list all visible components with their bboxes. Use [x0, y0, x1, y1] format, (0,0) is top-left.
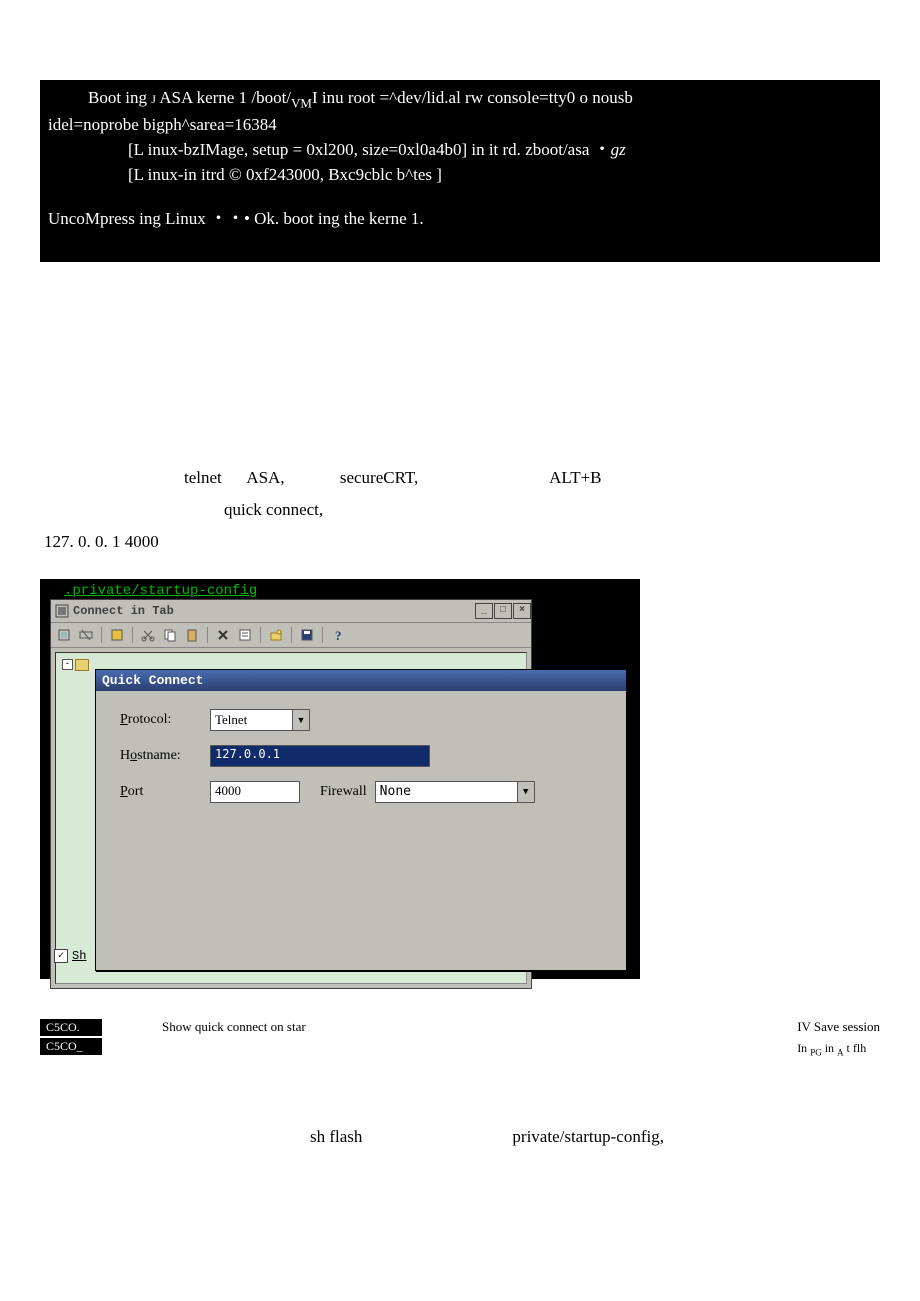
dropdown-arrow-icon[interactable]: ▼: [517, 782, 534, 802]
show-checkbox[interactable]: ✓: [54, 949, 68, 963]
boot-text: idel=noprobe bigph^sarea=16384: [48, 113, 872, 138]
config-path: .private/startup-config: [40, 579, 640, 601]
close-button[interactable]: ×: [513, 603, 531, 619]
dialog-title: Quick Connect: [96, 670, 626, 691]
dot: ・: [594, 140, 611, 159]
ip-port: 127. 0. 0. 1 4000: [44, 526, 876, 558]
separator: [132, 627, 133, 643]
separator: [101, 627, 102, 643]
inpg-text: In PG in A t flh: [797, 1041, 880, 1057]
body-paragraph: telnet ASA, secureCRT, ALT+B quick conne…: [40, 462, 880, 559]
new-session-icon[interactable]: [57, 628, 71, 642]
copy-icon[interactable]: [163, 628, 177, 642]
word-quickconnect: quick connect,: [44, 494, 876, 526]
gz-text: gz: [611, 140, 626, 159]
protocol-select[interactable]: Telnet ▼: [210, 709, 310, 731]
port-label: Port: [120, 784, 210, 800]
cut-icon[interactable]: [141, 628, 155, 642]
properties-icon[interactable]: [238, 628, 252, 642]
dropdown-arrow-icon[interactable]: ▼: [292, 710, 309, 730]
maximize-button[interactable]: □: [494, 603, 512, 619]
separator: [260, 627, 261, 643]
hostname-input[interactable]: 127.0.0.1: [210, 745, 430, 767]
below-crt-row: C5CO. C5CO_ Show quick connect on star I…: [40, 1019, 880, 1057]
word-altb: ALT+B: [549, 468, 601, 487]
hostname-label: Hostname:: [120, 748, 210, 764]
toolbar: ?: [51, 623, 531, 648]
csco-text: C5CO.: [40, 1019, 102, 1036]
show-quick-text: Show quick connect on star: [162, 1019, 797, 1035]
firewall-label: Firewall: [320, 784, 367, 800]
boot-text: ASA kerne 1 /boot/: [156, 88, 291, 107]
protocol-value: Telnet: [215, 712, 247, 728]
separator: [207, 627, 208, 643]
minimize-button[interactable]: _: [475, 603, 493, 619]
firewall-value: None: [380, 784, 411, 799]
delete-icon[interactable]: [216, 628, 230, 642]
protocol-label: Protocol:: [120, 712, 210, 728]
firewall-select[interactable]: None ▼: [375, 781, 535, 803]
port-input[interactable]: 4000: [210, 781, 300, 803]
boot-text: I inu root =^dev/lid.al rw console=tty0 …: [312, 88, 633, 107]
word-securecrt: secureCRT,: [340, 468, 418, 487]
vm-sub: VM: [291, 95, 312, 110]
securecrt-screenshot: .private/startup-config Connect in Tab _…: [40, 579, 640, 979]
svg-text:?: ?: [335, 628, 342, 642]
window-title: Connect in Tab: [73, 604, 174, 618]
csco-text: C5CO_: [40, 1038, 102, 1055]
final-text-row: sh flash private/startup-config,: [40, 1127, 880, 1147]
word-telnet: telnet: [184, 468, 222, 487]
tree-root-node[interactable]: -: [62, 659, 89, 671]
window-titlebar: Connect in Tab _ □ ×: [51, 600, 531, 623]
save-session-text: IV Save session: [797, 1019, 880, 1035]
new-folder-icon[interactable]: [269, 628, 283, 642]
show-checkbox-row: ✓ Sh: [54, 949, 86, 963]
word-asa: ASA,: [246, 468, 284, 487]
folder-icon: [75, 659, 89, 671]
sh-flash-text: sh flash: [310, 1127, 362, 1147]
help-icon[interactable]: ?: [331, 628, 345, 642]
connect-icon[interactable]: [79, 628, 93, 642]
quick-connect-dialog: Quick Connect Protocol: Telnet ▼ Hostnam…: [95, 669, 627, 971]
quick-connect-icon[interactable]: [110, 628, 124, 642]
paste-icon[interactable]: [185, 628, 199, 642]
boot-text: Boot ing: [88, 88, 151, 107]
separator: [291, 627, 292, 643]
startup-config-text: private/startup-config,: [512, 1127, 664, 1147]
sh-label: Sh: [72, 949, 86, 963]
separator: [322, 627, 323, 643]
collapse-icon[interactable]: -: [62, 659, 73, 670]
initrd-text: [L inux-in itrd © 0xf243000, Bxc9cblc b^…: [48, 163, 872, 188]
terminal-output: Boot ing J ASA kerne 1 /boot/VMI inu roo…: [40, 80, 880, 262]
uncompress-text: UncoMpress ing Linux ・・• Ok. boot ing th…: [48, 187, 872, 232]
save-icon[interactable]: [300, 628, 314, 642]
bzimage-text: [L inux-bzIMage, setup = 0xl200, size=0x…: [128, 140, 594, 159]
app-icon: [55, 604, 69, 618]
